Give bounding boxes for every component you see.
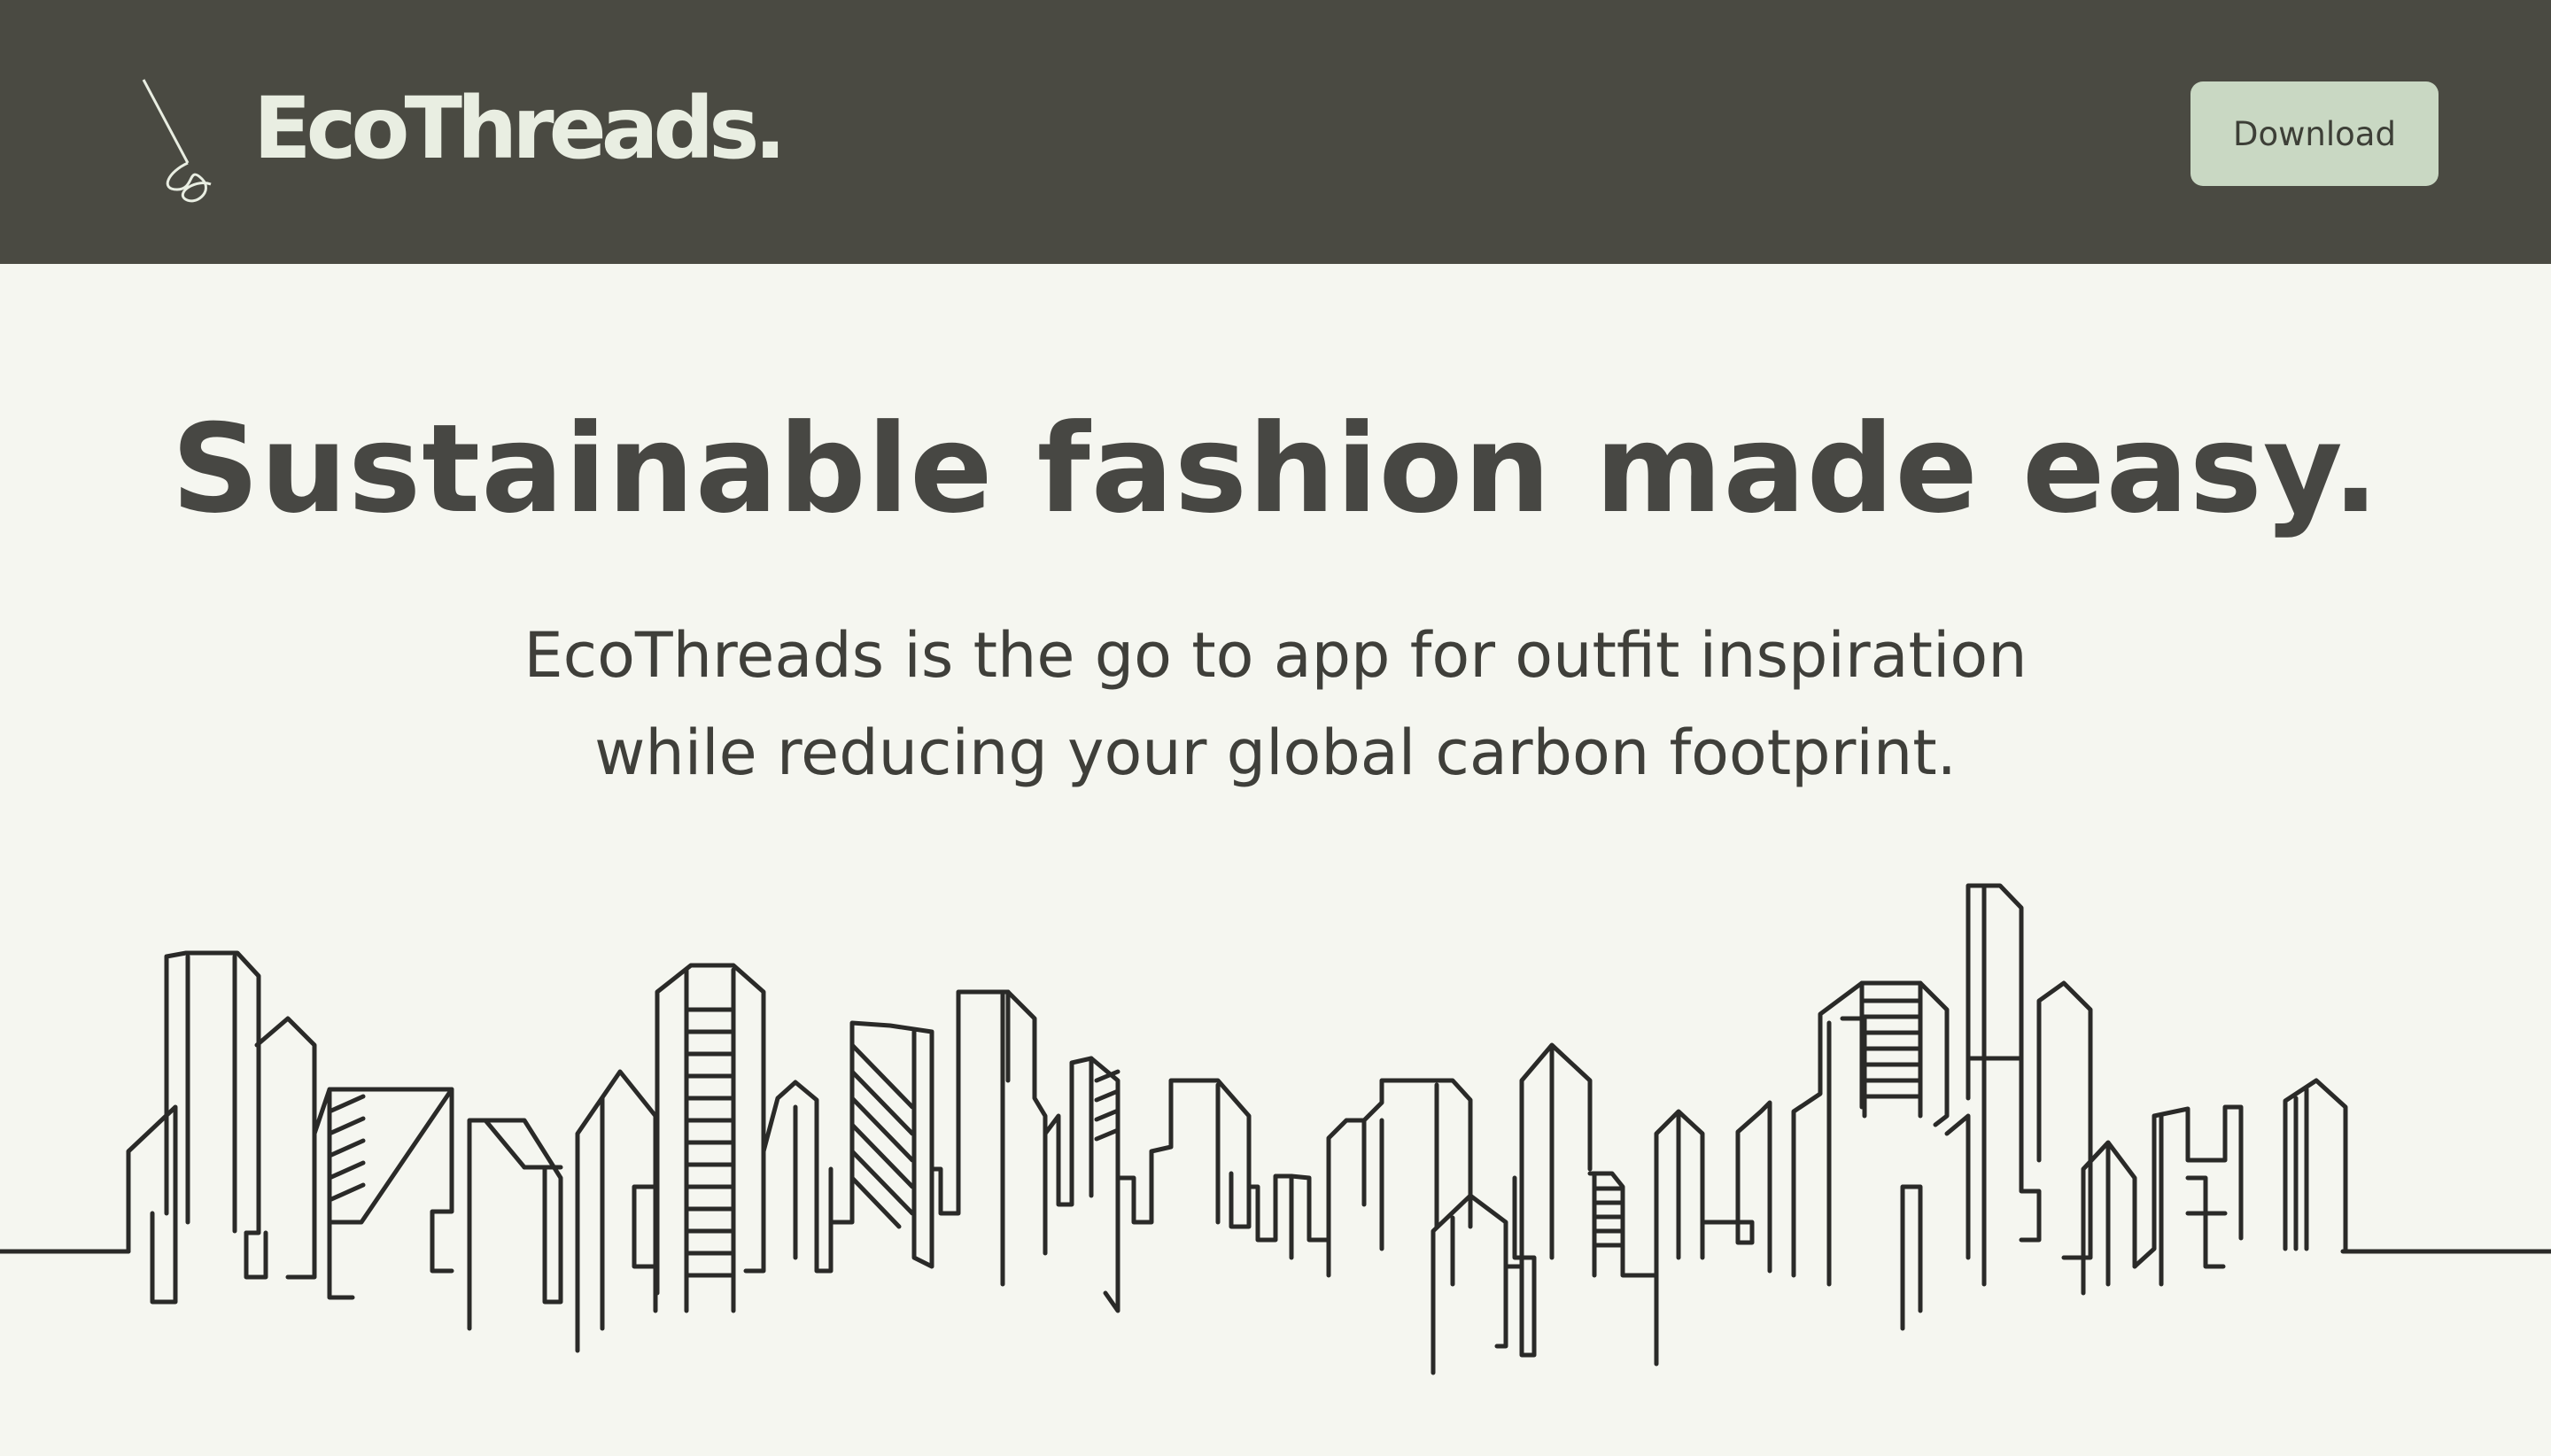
needle-thread-icon <box>142 79 212 203</box>
hero-title: Sustainable fashion made easy. <box>171 398 2380 540</box>
city-skyline-illustration <box>0 883 2551 1375</box>
download-button[interactable]: Download <box>2190 81 2439 186</box>
top-navbar: EcoThreads. Download <box>0 0 2551 264</box>
hero-subtitle-line-2: while reducing your global carbon footpr… <box>594 716 1957 789</box>
logo-text: EcoThreads. <box>253 79 787 178</box>
hero-subtitle: EcoThreads is the go to app for outfit i… <box>390 607 2161 802</box>
hero-subtitle-line-1: EcoThreads is the go to app for outfit i… <box>523 619 2028 692</box>
logo[interactable]: EcoThreads. <box>133 74 787 207</box>
